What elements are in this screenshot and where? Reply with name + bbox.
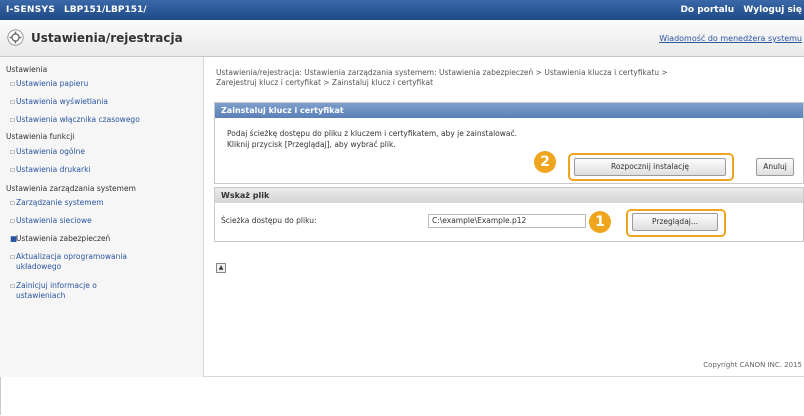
sidebar-section-system: Ustawienia zarządzania systemem [6, 184, 136, 193]
firmware-update-line1: Aktualizacja oprogramowania [16, 252, 128, 261]
sidebar-item-display[interactable]: ▫Ustawienia wyświetlania [10, 97, 108, 107]
file-panel-title: Wskaż plik [215, 188, 803, 203]
sidebar: Ustawienia ▫Ustawienia papieru ▫Ustawien… [0, 57, 204, 377]
install-instruction-1: Podaj ścieżkę dostępu do pliku z kluczem… [227, 129, 517, 138]
callout-1-badge: 1 [589, 211, 611, 233]
brand-name: I-SENSYS [6, 5, 56, 15]
sidebar-section-functions: Ustawienia funkcji [6, 132, 75, 141]
install-instruction-2: Kliknij przycisk [Przeglądaj], aby wybra… [227, 140, 396, 149]
sidebar-item-system-management[interactable]: ▫Zarządzanie systemem [10, 198, 104, 208]
sidebar-item-paper[interactable]: ▫Ustawienia papieru [10, 79, 88, 89]
top-links: Do portalu Wyloguj się [674, 5, 802, 15]
logout-link[interactable]: Wyloguj się [743, 5, 802, 15]
callout-2-badge: 2 [534, 151, 556, 173]
settings-gear-icon [7, 29, 24, 46]
top-bar: I-SENSYS LBP151/LBP151/ Do portalu Wylog… [0, 0, 804, 20]
footer: Copyright CANON INC. 2015 [204, 358, 804, 376]
firmware-update-line2: układowego [16, 262, 62, 271]
copyright-text: Copyright CANON INC. 2015 [703, 361, 802, 369]
file-panel: Wskaż plik Ścieżka dostępu do pliku: C:\… [214, 187, 804, 242]
main-content: Ustawienia/rejestracja: Ustawienia zarzą… [204, 57, 804, 377]
admin-message-link[interactable]: Wiadomość do menedżera systemu [659, 34, 802, 43]
sidebar-item-timer[interactable]: ▫Ustawienia włącznika czasowego [10, 115, 140, 125]
page-title: Ustawienia/rejestracja [31, 31, 183, 45]
cancel-button[interactable]: Anuluj [756, 158, 794, 176]
init-settings-line1: Zainicjuj informacje o [16, 281, 97, 290]
file-path-input[interactable]: C:\example\Example.p12 [428, 214, 586, 228]
file-path-label: Ścieżka dostępu do pliku: [221, 216, 317, 225]
breadcrumb-line1[interactable]: Ustawienia/rejestracja: Ustawienia zarzą… [216, 68, 668, 77]
page-header: Ustawienia/rejestracja Wiadomość do mene… [0, 20, 804, 57]
breadcrumb: Ustawienia/rejestracja: Ustawienia zarzą… [216, 68, 801, 88]
portal-link[interactable]: Do portalu [680, 5, 734, 15]
sidebar-section-settings: Ustawienia [6, 65, 48, 74]
sidebar-item-network[interactable]: ▫Ustawienia sieciowe [10, 216, 92, 226]
sidebar-item-firmware-update[interactable]: ▫Aktualizacja oprogramowania układowego [10, 252, 127, 272]
install-panel: Zainstaluj klucz i certyfikat Podaj ście… [214, 102, 804, 184]
scroll-top-icon[interactable]: ▲ [216, 263, 226, 273]
init-settings-line2: ustawieniach [16, 291, 66, 300]
device-model: LBP151/LBP151/ [64, 5, 147, 15]
browse-button[interactable]: Przeglądaj... [632, 213, 718, 231]
breadcrumb-line2[interactable]: Zarejestruj klucz i certyfikat > Zainsta… [216, 78, 433, 87]
install-panel-title: Zainstaluj klucz i certyfikat [215, 103, 803, 118]
sidebar-item-general[interactable]: ▫Ustawienia ogólne [10, 147, 85, 157]
footer-divider [204, 376, 804, 377]
start-install-button[interactable]: Rozpocznij instalację [574, 158, 726, 176]
sidebar-item-printer[interactable]: ▫Ustawienia drukarki [10, 165, 91, 175]
sidebar-item-init-settings[interactable]: ▫Zainicjuj informacje o ustawieniach [10, 281, 97, 301]
sidebar-item-security[interactable]: ■Ustawienia zabezpieczeń [10, 234, 110, 244]
